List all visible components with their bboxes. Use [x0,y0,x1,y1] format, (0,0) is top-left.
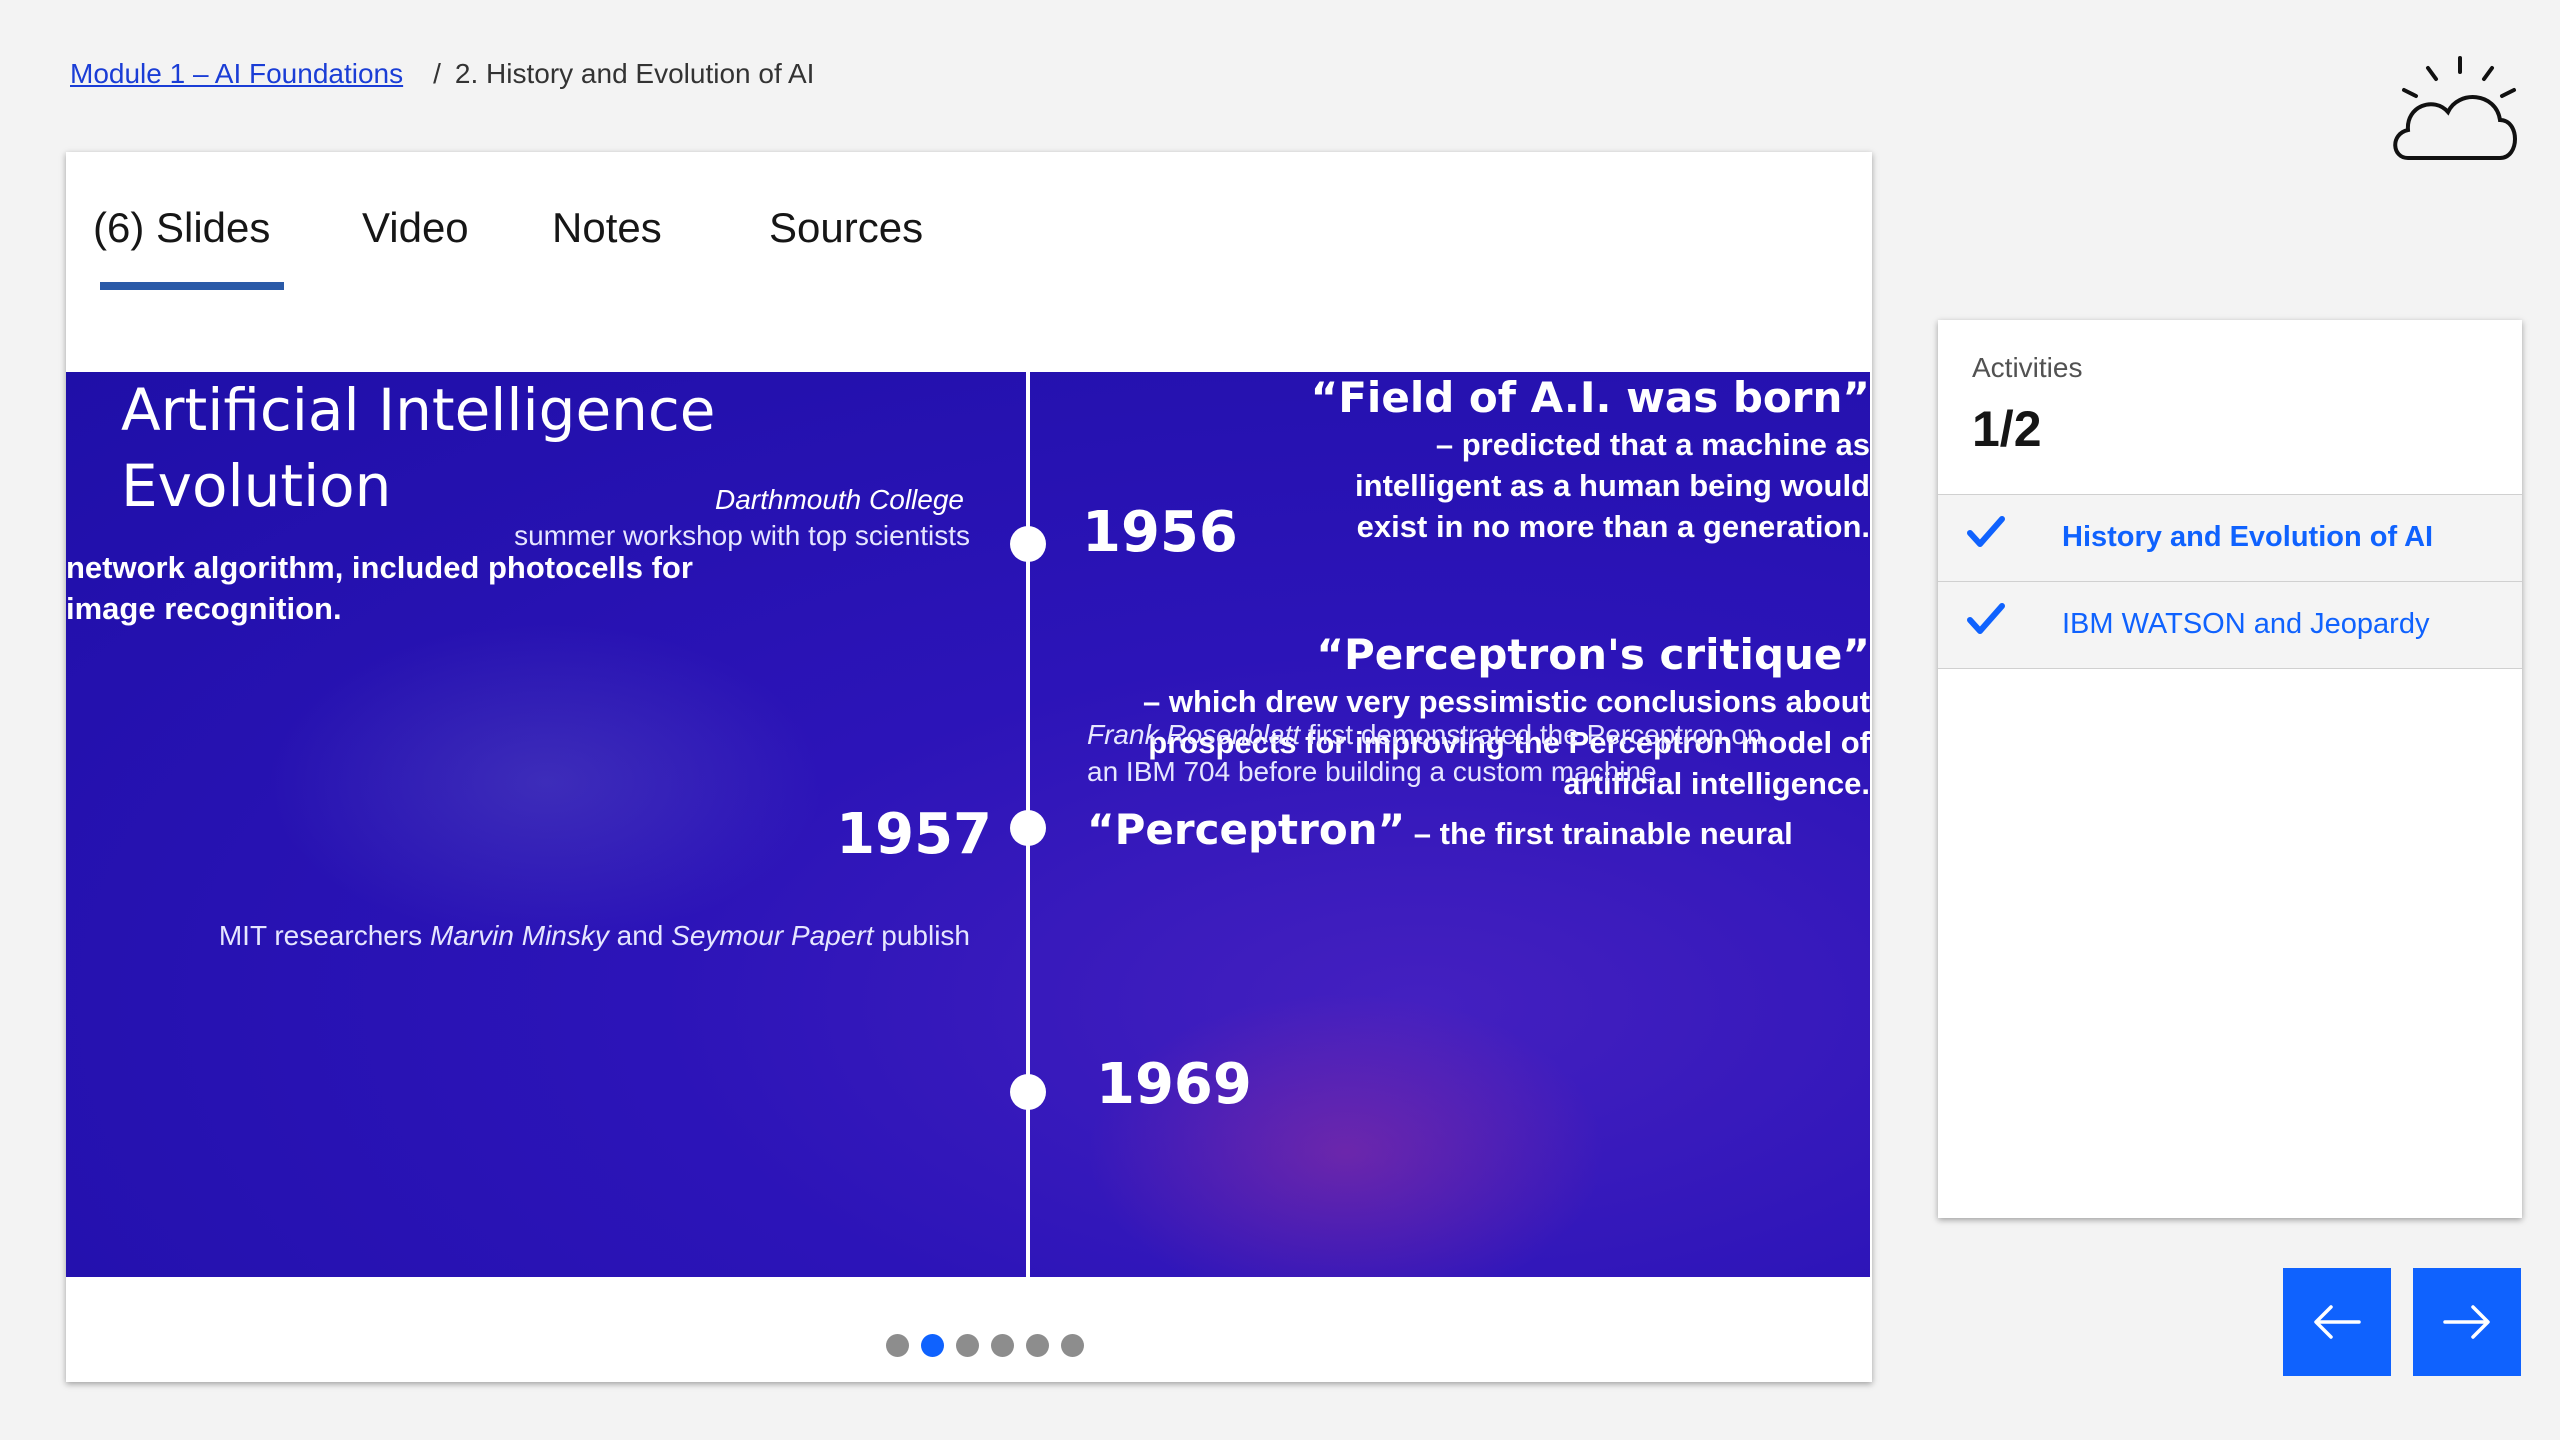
event-1957-detail-1: – the first trainable neural [1405,816,1793,851]
year-1957: 1957 [836,802,992,867]
slide-title: Artificial Intelligence Evolution [121,372,715,524]
slide-background-image [266,622,826,942]
slide-dot-3[interactable] [956,1334,979,1357]
next-button[interactable] [2413,1268,2521,1376]
slide-title-line1: Artificial Intelligence [121,376,716,444]
tab-video[interactable]: Video [362,204,469,252]
event-1969-intro-c: publish [873,920,970,951]
slide-dot-6[interactable] [1061,1334,1084,1357]
event-1957-intro-line2: an IBM 704 before building a custom mach… [1087,756,1665,787]
slide-dot-4[interactable] [991,1334,1014,1357]
event-1956-place: Darthmouth College [714,484,964,515]
timeline-dot-1957 [1010,810,1046,846]
arrow-right-icon [2443,1305,2490,1339]
tab-bar: (6) Slides Video Notes Sources [66,152,1872,372]
tab-notes[interactable]: Notes [552,204,662,252]
tab-slides[interactable]: (6) Slides [93,204,270,252]
checkmark-icon [1967,516,2005,547]
year-1969: 1969 [1096,1052,1252,1117]
slide-dot-5[interactable] [1026,1334,1049,1357]
active-tab-indicator [100,282,284,290]
activities-panel: Activities 1/2 History and Evolution of … [1938,320,2522,1218]
cloud-sun-icon [2393,56,2517,160]
slide-background-glow [1086,992,1606,1277]
event-1957-person: Frank Rosenblatt [1087,719,1301,750]
event-1969-person-1: Marvin Minsky [429,920,609,951]
event-1956-desc: summer workshop with top scientists [514,520,970,551]
event-1957-intro: Frank Rosenblatt first demonstrated the … [1087,717,1762,753]
event-1969-intro-b: and [608,920,672,951]
event-1969-intro-a: MIT researchers [218,920,430,951]
activity-item[interactable]: History and Evolution of AI [1938,494,2522,582]
slide-dot-1[interactable] [886,1334,909,1357]
slide-pagination [886,1334,1084,1357]
timeline-dot-1969 [1010,1074,1046,1110]
tab-sources[interactable]: Sources [769,204,923,252]
event-1957-quote-line: “Perceptron” – the first trainable neura… [1087,804,1793,856]
breadcrumb: Module 1 – AI Foundations / 2. History a… [70,58,814,90]
breadcrumb-separator: / [433,58,441,89]
slide-content: Artificial Intelligence Evolution 1956 D… [66,372,1870,1277]
event-1957-quote: “Perceptron” [1087,805,1406,854]
event-1969-intro: MIT researchers Marvin Minsky and Seymou… [219,918,970,954]
event-1969-person-2: Seymour Papert [671,920,874,951]
timeline-dot-1956 [1010,526,1046,562]
year-1956: 1956 [1082,500,1238,565]
slide-dot-2[interactable] [921,1334,944,1357]
activity-label: History and Evolution of AI [2062,521,2434,553]
activities-label: Activities [1972,352,2083,383]
breadcrumb-current: 2. History and Evolution of AI [454,58,815,89]
activity-label: IBM WATSON and Jeopardy [2062,608,2430,640]
breadcrumb-module-link[interactable]: Module 1 – AI Foundations [70,58,403,90]
arrow-left-icon [2314,1305,2361,1339]
activity-item[interactable]: IBM WATSON and Jeopardy [1938,581,2522,669]
checkmark-icon [1967,603,2005,634]
event-1957-intro-rest: first demonstrated the Perceptron on [1300,719,1763,750]
lesson-card: (6) Slides Video Notes Sources Artificia… [66,152,1872,1382]
activities-count: 1/2 [1972,401,2042,457]
slide-title-line2: Evolution [121,452,392,520]
previous-button[interactable] [2283,1268,2391,1376]
